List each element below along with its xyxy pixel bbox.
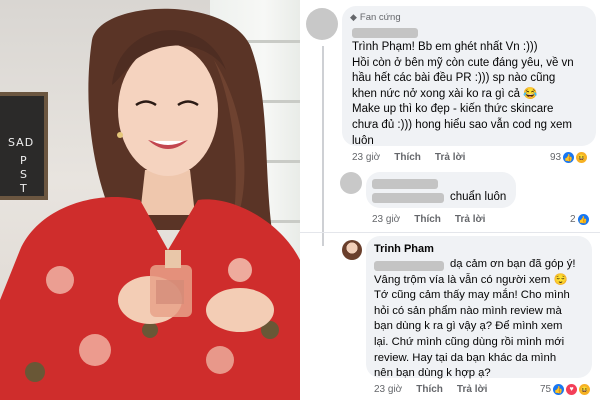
divider (300, 232, 600, 233)
like-button[interactable]: Thích (394, 152, 421, 163)
redacted-name[interactable] (372, 179, 438, 189)
redacted-tag[interactable] (372, 193, 444, 203)
woman-photo: SAD P S T (0, 0, 300, 400)
comment-author[interactable]: Trinh Pham (374, 243, 434, 255)
haha-reaction-icon: 😆 (579, 384, 591, 395)
comment-time[interactable]: 23 giờ (372, 214, 400, 225)
author-avatar[interactable] (342, 240, 362, 260)
comment-meta: 23 giờ Thích Trả lời (374, 384, 487, 395)
haha-reaction-icon: 😆 (576, 152, 588, 163)
like-reaction-icon: 👍 (563, 152, 575, 163)
like-button[interactable]: Thích (416, 384, 443, 395)
reply-button[interactable]: Trả lời (457, 384, 487, 395)
comment-text: Trình Phạm! Bb em ghét nhất Vn :))) Hồi … (352, 41, 574, 147)
comment-meta: 23 giờ Thích Trả lời (352, 152, 465, 163)
comment-time[interactable]: 23 giờ (352, 152, 380, 163)
like-reaction-icon: 👍 (577, 214, 589, 225)
redacted-name[interactable] (352, 28, 418, 38)
reply-button[interactable]: Trả lời (455, 214, 485, 225)
like-reaction-icon: 👍 (553, 384, 565, 395)
woman-figure (0, 8, 300, 400)
comment-time[interactable]: 23 giờ (374, 384, 402, 395)
thread-line (322, 46, 324, 246)
comments-panel: ◆ Fan cứng Trình Phạm! Bb em ghét nhất V… (300, 0, 600, 400)
reply-button[interactable]: Trả lời (435, 152, 465, 163)
commenter-avatar[interactable] (340, 172, 362, 194)
commenter-avatar[interactable] (306, 8, 338, 40)
heart-reaction-icon: ♥ (566, 384, 578, 395)
diamond-icon: ◆ (350, 12, 357, 22)
comment-text: dạ cảm ơn bạn đã góp ý! Vâng trộm vía là… (374, 258, 576, 380)
comment-text: chuẩn luôn (450, 191, 507, 203)
reaction-count[interactable]: 2 👍 (570, 214, 589, 225)
fan-badge: ◆ Fan cứng (350, 12, 401, 23)
like-button[interactable]: Thích (414, 214, 441, 225)
reaction-count[interactable]: 93 👍 😆 (550, 152, 588, 163)
reaction-count[interactable]: 75 👍 ♥ 😆 (540, 384, 591, 395)
comment-meta: 23 giờ Thích Trả lời (372, 214, 485, 225)
